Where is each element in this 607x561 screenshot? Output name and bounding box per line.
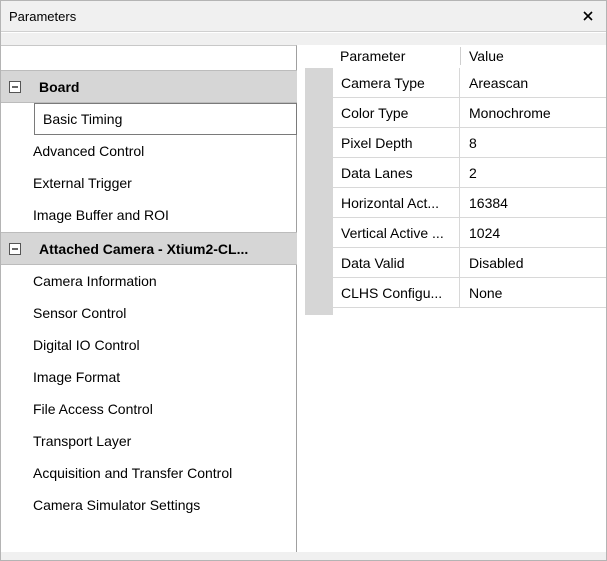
tree-item-acquisition-and-transfer-control[interactable]: Acquisition and Transfer Control <box>1 457 297 489</box>
parameter-value[interactable]: 1024 <box>461 218 606 247</box>
window-title: Parameters <box>9 9 77 24</box>
grid-row-data-valid[interactable]: Data Valid Disabled <box>333 248 606 278</box>
tree-item-advanced-control[interactable]: Advanced Control <box>1 135 297 167</box>
tree-item-label: External Trigger <box>33 175 132 191</box>
parameter-name: Horizontal Act... <box>333 188 460 217</box>
tree-item-camera-simulator-settings[interactable]: Camera Simulator Settings <box>1 489 297 521</box>
tree-item-label: Basic Timing <box>43 111 123 127</box>
grid-row-pixel-depth[interactable]: Pixel Depth 8 <box>333 128 606 158</box>
tree-item-external-trigger[interactable]: External Trigger <box>1 167 297 199</box>
tree-item-image-format[interactable]: Image Format <box>1 361 297 393</box>
close-button[interactable] <box>576 4 600 28</box>
parameter-name: Data Lanes <box>333 158 460 187</box>
tree-item-label: Advanced Control <box>33 143 145 159</box>
parameter-value[interactable]: 2 <box>461 158 606 187</box>
tree-item-file-access-control[interactable]: File Access Control <box>1 393 297 425</box>
tree-item-basic-timing[interactable]: Basic Timing <box>34 103 297 135</box>
parameter-name: Pixel Depth <box>333 128 460 157</box>
row-header-column <box>305 68 333 315</box>
header-gap <box>1 33 606 45</box>
tree-item-label: Transport Layer <box>33 433 132 449</box>
column-header-parameter[interactable]: Parameter <box>340 48 405 64</box>
parameter-value[interactable]: None <box>461 278 606 307</box>
collapse-icon[interactable] <box>9 242 21 255</box>
title-bar: Parameters <box>1 1 606 32</box>
parameter-value[interactable]: 8 <box>461 128 606 157</box>
tree-item-label: Camera Information <box>33 273 157 289</box>
parameter-value[interactable]: 16384 <box>461 188 606 217</box>
grid-row-clhs-configuration[interactable]: CLHS Configu... None <box>333 278 606 308</box>
tree-item-label: File Access Control <box>33 401 153 417</box>
category-tree: Board Basic Timing Advanced Control Exte… <box>1 45 297 552</box>
grid-row-camera-type[interactable]: Camera Type Areascan <box>333 68 606 98</box>
parameters-window: Parameters Board Basic Timing Advanced C… <box>0 0 607 561</box>
bottom-strip <box>1 552 606 560</box>
grid-row-color-type[interactable]: Color Type Monochrome <box>333 98 606 128</box>
parameter-grid: Parameter Value Camera Type Areascan Col… <box>303 45 606 552</box>
grid-header: Parameter Value <box>303 45 606 67</box>
tree-item-label: Acquisition and Transfer Control <box>33 465 233 481</box>
tree-item-transport-layer[interactable]: Transport Layer <box>1 425 297 457</box>
parameter-name: Data Valid <box>333 248 460 277</box>
tree-item-label: Sensor Control <box>33 305 127 321</box>
grid-row-vertical-active[interactable]: Vertical Active ... 1024 <box>333 218 606 248</box>
parameter-name: CLHS Configu... <box>333 278 460 307</box>
tree-item-label: Image Format <box>33 369 121 385</box>
tree-item-sensor-control[interactable]: Sensor Control <box>1 297 297 329</box>
tree-item-camera-information[interactable]: Camera Information <box>1 265 297 297</box>
parameter-value[interactable]: Areascan <box>461 68 606 97</box>
tree-group-label: Board <box>39 78 80 95</box>
parameter-value[interactable]: Monochrome <box>461 98 606 127</box>
grid-row-horizontal-active[interactable]: Horizontal Act... 16384 <box>333 188 606 218</box>
tree-item-digital-io-control[interactable]: Digital IO Control <box>1 329 297 361</box>
parameter-name: Color Type <box>333 98 460 127</box>
column-header-value[interactable]: Value <box>469 48 504 64</box>
parameter-value[interactable]: Disabled <box>461 248 606 277</box>
column-divider[interactable] <box>460 47 461 65</box>
tree-item-label: Camera Simulator Settings <box>33 497 201 513</box>
parameter-name: Vertical Active ... <box>333 218 460 247</box>
collapse-icon[interactable] <box>9 80 21 93</box>
tree-group-label: Attached Camera - Xtium2-CL... <box>39 240 249 257</box>
tree-item-label: Image Buffer and ROI <box>33 207 169 223</box>
grid-row-data-lanes[interactable]: Data Lanes 2 <box>333 158 606 188</box>
tree-group-board[interactable]: Board <box>1 70 297 103</box>
parameter-name: Camera Type <box>333 68 460 97</box>
tree-item-image-buffer-and-roi[interactable]: Image Buffer and ROI <box>1 199 297 231</box>
tree-group-attached-camera[interactable]: Attached Camera - Xtium2-CL... <box>1 232 297 265</box>
tree-item-label: Digital IO Control <box>33 337 140 353</box>
close-icon <box>583 11 593 21</box>
